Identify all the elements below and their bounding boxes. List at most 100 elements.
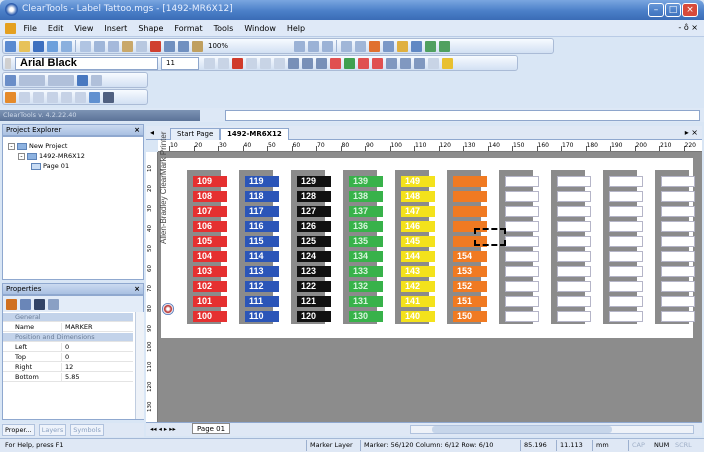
print-marker-icon[interactable] (438, 40, 450, 52)
marker-cell[interactable]: 136 (349, 221, 383, 232)
marker-cell[interactable]: 127 (297, 206, 331, 217)
property-row[interactable]: Name MARKER (3, 323, 133, 332)
categorized-icon[interactable] (6, 298, 17, 310)
marker-cell[interactable] (505, 206, 539, 217)
align-center-icon[interactable] (301, 57, 313, 69)
underline-icon[interactable] (259, 57, 271, 69)
property-category[interactable]: Position and Dimensions (3, 333, 133, 342)
marker-cell[interactable]: 143 (401, 266, 435, 277)
marker-cell[interactable] (661, 191, 695, 202)
marker-cell[interactable]: 139 (349, 176, 383, 187)
marker-cell[interactable]: 135 (349, 236, 383, 247)
tree-item-layout[interactable]: - 1492-MR6X12 (18, 152, 85, 160)
marker-cell[interactable]: 146 (401, 221, 435, 232)
bold-icon[interactable] (231, 57, 243, 69)
menu-item-format[interactable]: Format (174, 24, 202, 33)
marker-cell[interactable] (661, 266, 695, 277)
marker-cell[interactable] (453, 191, 487, 202)
tab-layers[interactable]: Layers (38, 424, 67, 436)
marker-cell[interactable]: 111 (245, 296, 279, 307)
tree-item-page[interactable]: Page 01 (31, 162, 69, 170)
tab-scroll-left-icon[interactable]: ◂ (150, 128, 154, 137)
marker-cell[interactable] (609, 236, 643, 247)
text-box-icon[interactable] (413, 57, 425, 69)
save-all-icon[interactable] (46, 40, 58, 52)
print-preview-icon[interactable] (79, 40, 91, 52)
menu-item-tools[interactable]: Tools (214, 24, 234, 33)
marker-column[interactable] (551, 170, 591, 324)
marker-cell[interactable]: 149 (401, 176, 435, 187)
marker-cell[interactable] (505, 281, 539, 292)
marker-cell[interactable] (661, 296, 695, 307)
marker-cell[interactable] (557, 266, 591, 277)
marker-cell[interactable] (557, 311, 591, 322)
marker-cell[interactable]: 144 (401, 251, 435, 262)
line-icon[interactable] (60, 91, 72, 103)
fill-color-icon[interactable] (76, 74, 88, 86)
text-wrap-icon[interactable] (385, 57, 397, 69)
marker-cell[interactable]: 116 (245, 221, 279, 232)
shrink-font-icon[interactable] (217, 57, 229, 69)
marker-cell[interactable] (557, 296, 591, 307)
marker-cell[interactable] (609, 251, 643, 262)
menu-item-help[interactable]: Help (287, 24, 305, 33)
marker-cell[interactable] (505, 266, 539, 277)
marker-cell[interactable] (609, 281, 643, 292)
minimize-button[interactable]: – (648, 3, 664, 17)
align-left-icon[interactable] (287, 57, 299, 69)
line-dash-icon[interactable] (47, 74, 74, 86)
marker-cell[interactable] (557, 281, 591, 292)
collapse-icon[interactable]: - (8, 142, 15, 150)
font-size-field[interactable]: 11 (161, 56, 199, 70)
marker-cell[interactable]: 131 (349, 296, 383, 307)
property-value[interactable]: MARKER (61, 323, 92, 332)
menu-item-view[interactable]: View (74, 24, 93, 33)
grow-font-icon[interactable] (203, 57, 215, 69)
marker-cell[interactable]: 114 (245, 251, 279, 262)
menu-item-insert[interactable]: Insert (104, 24, 127, 33)
marker-cell[interactable] (557, 221, 591, 232)
tab-properties[interactable]: Proper... (2, 424, 35, 436)
maximize-button[interactable]: □ (665, 3, 681, 17)
pointer-icon[interactable] (4, 91, 16, 103)
tab-symbols[interactable]: Symbols (70, 424, 104, 436)
property-pages-icon[interactable] (48, 298, 59, 310)
marker-cell[interactable]: 130 (349, 311, 383, 322)
property-category[interactable]: General (3, 313, 133, 322)
tab-layout[interactable]: 1492-MR6X12 (220, 128, 289, 140)
tree-item-project[interactable]: - New Project (8, 142, 67, 150)
database-icon[interactable] (424, 40, 436, 52)
marker-cell[interactable] (453, 206, 487, 217)
marker-cell[interactable] (609, 206, 643, 217)
marker-cell[interactable]: 152 (453, 281, 487, 292)
marker-cell[interactable] (609, 311, 643, 322)
marker-cell[interactable]: 110 (245, 311, 279, 322)
marker-cell[interactable] (505, 221, 539, 232)
property-row[interactable]: Top 0 (3, 353, 133, 362)
page-nav-buttons[interactable]: ◂◂ ◂ ▸ ▸▸ (150, 425, 176, 433)
marker-cell[interactable]: 154 (453, 251, 487, 262)
selection-marquee[interactable] (474, 228, 506, 246)
marker-cell[interactable]: 134 (349, 251, 383, 262)
marker-cell[interactable]: 104 (193, 251, 227, 262)
marker-cell[interactable]: 124 (297, 251, 331, 262)
marker-cell[interactable]: 120 (297, 311, 331, 322)
marker-cell[interactable]: 129 (297, 176, 331, 187)
properties-scrollbar[interactable] (135, 312, 144, 419)
marker-cell[interactable]: 105 (193, 236, 227, 247)
grid-icon[interactable] (340, 40, 352, 52)
font-color-icon[interactable] (427, 57, 439, 69)
marker-cell[interactable] (505, 296, 539, 307)
marker-cell[interactable]: 140 (401, 311, 435, 322)
align-bottom-icon[interactable] (357, 57, 369, 69)
new-icon[interactable] (4, 40, 16, 52)
close-icon[interactable]: × (134, 284, 140, 294)
marker-cell[interactable] (661, 206, 695, 217)
sort-icon[interactable] (410, 40, 422, 52)
marker-cell[interactable] (557, 191, 591, 202)
marker-cell[interactable]: 142 (401, 281, 435, 292)
property-value[interactable]: 0 (61, 353, 69, 362)
marker-cell[interactable]: 150 (453, 311, 487, 322)
marker-cell[interactable]: 145 (401, 236, 435, 247)
line-color-icon[interactable] (4, 74, 16, 86)
